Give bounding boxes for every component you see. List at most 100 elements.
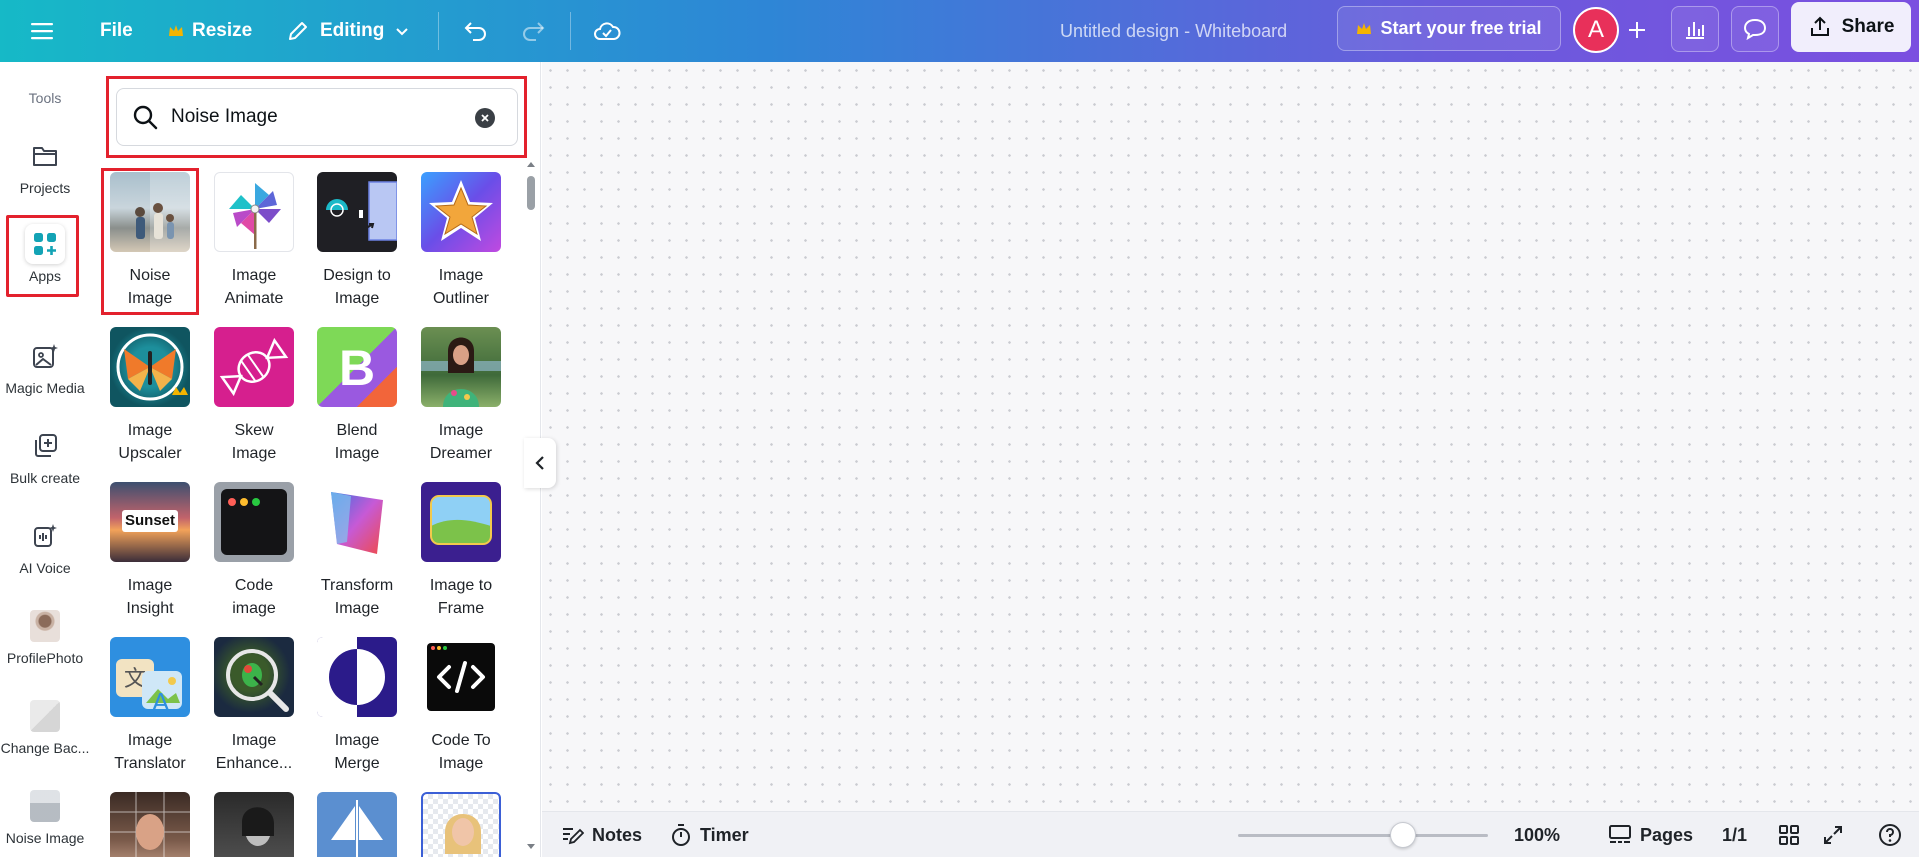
timer-label: Timer [700, 824, 749, 845]
app-image-to-frame[interactable]: Image to Frame [411, 482, 511, 620]
change-background-thumb [30, 700, 60, 732]
insights-button[interactable] [1671, 6, 1719, 52]
app-bw-portrait-partial[interactable] [204, 792, 304, 857]
svg-text:B: B [339, 340, 375, 396]
editing-mode-dropdown[interactable]: Editing [286, 0, 410, 62]
share-button[interactable]: Share [1791, 2, 1911, 52]
code-to-image-thumbnail [421, 637, 501, 717]
zoom-slider[interactable] [1238, 834, 1488, 837]
main-menu-button[interactable] [30, 0, 54, 62]
crown-icon [169, 25, 183, 36]
design-title[interactable]: Untitled design - Whiteboard [1060, 0, 1287, 62]
file-menu-label: File [100, 20, 133, 41]
collapse-panel-button[interactable] [524, 438, 556, 488]
bottom-bar: Notes Timer 100% Pages 1/1 [542, 811, 1919, 857]
rail-label-bulk-create: Bulk create [9, 470, 81, 486]
app-label: Design to Image [323, 267, 391, 307]
help-button[interactable] [1878, 812, 1902, 857]
grid-view-button[interactable] [1778, 812, 1800, 857]
app-image-enhancer[interactable]: Image Enhance... [204, 637, 304, 775]
mirror-thumbnail [317, 792, 397, 857]
help-icon [1879, 824, 1901, 846]
redo-icon [523, 22, 545, 41]
app-design-to-image[interactable]: Design to Image [307, 172, 407, 310]
redo-button[interactable] [520, 0, 546, 62]
app-noise-image[interactable]: Noise Image [100, 172, 200, 310]
pages-button[interactable]: Pages [1608, 812, 1693, 857]
search-icon [133, 105, 158, 130]
notes-button[interactable]: Notes [560, 812, 642, 857]
pages-icon [1609, 825, 1631, 843]
app-blend-image[interactable]: B Blend Image [307, 327, 407, 465]
search-input[interactable] [171, 106, 461, 128]
rail-item-magic-media[interactable]: Magic Media [0, 338, 90, 396]
rail-label-change-background: Change Bac... [0, 740, 90, 756]
user-avatar[interactable]: A [1573, 7, 1619, 53]
image-enhancer-thumbnail [214, 637, 294, 717]
image-dreamer-thumbnail [421, 327, 501, 407]
resize-button[interactable]: Resize [168, 0, 252, 62]
file-menu-button[interactable]: File [100, 0, 133, 62]
app-image-upscaler[interactable]: Image Upscaler [100, 327, 200, 465]
app-label: Image Outliner [432, 267, 490, 307]
app-label: Image Dreamer [429, 422, 493, 462]
image-insight-thumbnail: Sunset [110, 482, 190, 562]
upload-icon [1810, 16, 1829, 36]
app-code-to-image[interactable]: Code To Image [411, 637, 511, 775]
app-image-translator[interactable]: 文A Image Translator [100, 637, 200, 775]
timer-button[interactable]: Timer [670, 812, 749, 857]
image-outliner-thumbnail [421, 172, 501, 252]
app-image-outliner[interactable]: Image Outliner [411, 172, 511, 310]
start-free-trial-button[interactable]: Start your free trial [1337, 6, 1561, 51]
panel-scrollbar[interactable] [526, 160, 536, 857]
bw-portrait-thumbnail [214, 792, 294, 857]
app-label: Noise Image [127, 267, 173, 307]
app-image-merge[interactable]: Image Merge [307, 637, 407, 775]
rail-item-change-background[interactable]: Change Bac... [0, 698, 90, 756]
rail-item-noise-image[interactable]: Noise Image [0, 788, 90, 846]
toolbar-divider [570, 12, 571, 50]
chevron-left-icon [535, 456, 544, 470]
timer-icon [672, 824, 690, 846]
panel-scrollbar-thumb[interactable] [527, 176, 535, 210]
whiteboard-canvas[interactable] [542, 62, 1919, 811]
app-image-animate[interactable]: Image Animate [204, 172, 304, 310]
expand-icon [1824, 826, 1842, 844]
app-profile-partial[interactable] [411, 792, 511, 857]
left-rail: Tools Projects Apps Magic Media Bulk cre… [0, 62, 90, 857]
rail-item-bulk-create[interactable]: Bulk create [0, 428, 90, 486]
app-image-insight[interactable]: Sunset Image Insight [100, 482, 200, 620]
add-collaborator-button[interactable] [1620, 6, 1654, 54]
app-code-image[interactable]: Code image [204, 482, 304, 620]
fullscreen-button[interactable] [1822, 812, 1844, 857]
profile-photo-thumb [30, 610, 60, 642]
app-mirror-partial[interactable] [307, 792, 407, 857]
app-label: Image Animate [224, 267, 284, 307]
app-label: Image Upscaler [118, 422, 182, 462]
top-bar: File Resize Editing Untitled design - Wh… [0, 0, 1919, 62]
app-transform-image[interactable]: Transform Image [307, 482, 407, 620]
undo-icon [464, 22, 486, 41]
zoom-level[interactable]: 100% [1514, 812, 1560, 857]
rail-item-profilephoto[interactable]: ProfilePhoto [0, 608, 90, 666]
app-image-dreamer[interactable]: Image Dreamer [411, 327, 511, 465]
skew-image-thumbnail [214, 327, 294, 407]
magic-media-icon [27, 338, 63, 374]
page-count: 1/1 [1722, 824, 1748, 845]
search-bar[interactable] [116, 88, 518, 146]
app-skew-image[interactable]: Skew Image [204, 327, 304, 465]
save-status-button[interactable] [593, 0, 621, 62]
close-icon [481, 114, 489, 122]
image-upscaler-thumbnail [110, 327, 190, 407]
rail-item-projects[interactable]: Projects [0, 138, 90, 196]
rail-item-ai-voice[interactable]: AI Voice [0, 518, 90, 576]
rail-item-apps[interactable]: Apps [0, 224, 90, 284]
undo-button[interactable] [463, 0, 489, 62]
zoom-slider-thumb[interactable] [1390, 822, 1416, 848]
app-portrait-partial[interactable] [100, 792, 200, 857]
ai-voice-icon [27, 518, 63, 554]
comments-button[interactable] [1731, 6, 1779, 52]
clear-search-button[interactable] [475, 108, 495, 128]
image-to-frame-thumbnail [421, 482, 501, 562]
app-label: Transform Image [320, 577, 394, 617]
